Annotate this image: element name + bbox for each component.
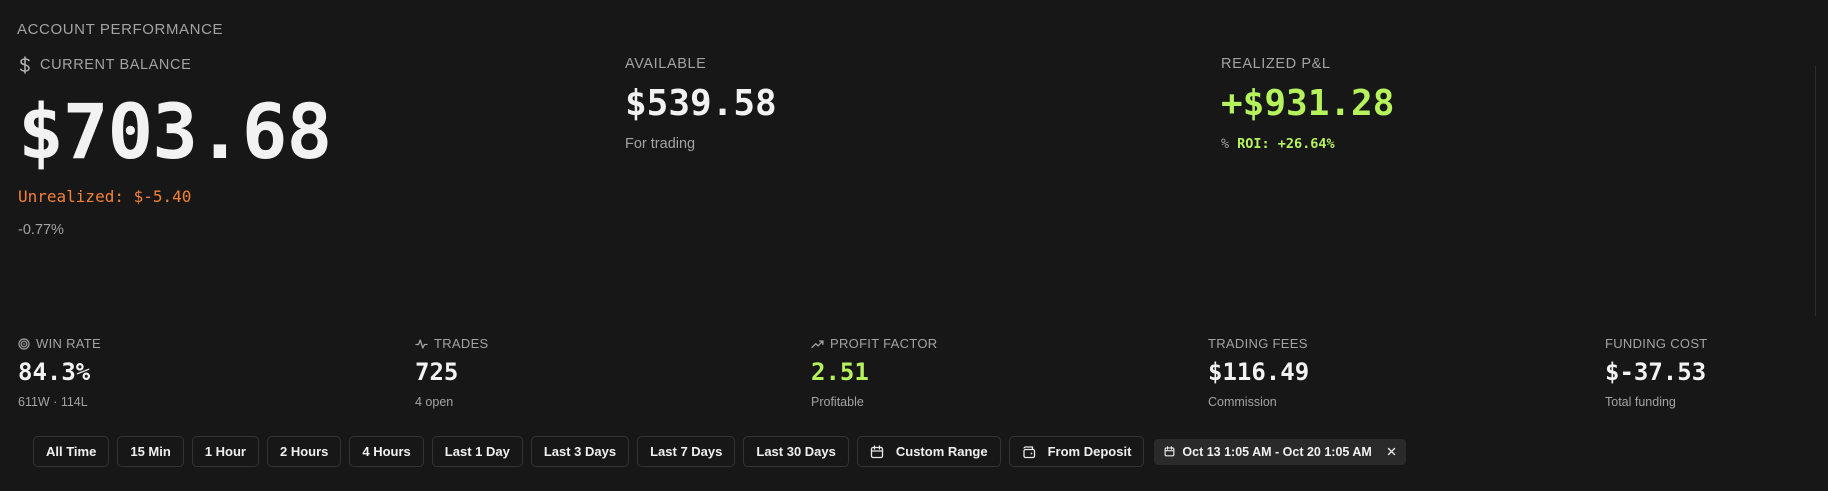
roi-row: % ROI: +26.64% [1221, 136, 1394, 152]
filter-2-hours-button[interactable]: 2 Hours [266, 436, 342, 467]
profit-factor-label-row: PROFIT FACTOR [811, 336, 937, 351]
trades-sub: 4 open [415, 395, 454, 409]
filter-last-1-day-button[interactable]: Last 1 Day [431, 436, 523, 467]
current-balance-section: CURRENT BALANCE $703.68 Unrealized: $-5.… [18, 56, 332, 238]
funding-cost-sub: Total funding [1605, 395, 1676, 409]
calendar-icon [1164, 446, 1175, 457]
divider [1815, 66, 1816, 316]
calendar-icon [870, 444, 884, 459]
trending-up-icon [811, 339, 824, 349]
filter-last-30-days-button[interactable]: Last 30 Days [743, 436, 849, 467]
profit-factor-sub: Profitable [811, 395, 864, 409]
wallet-icon [1022, 445, 1036, 459]
active-range-label: Oct 13 1:05 AM - Oct 20 1:05 AM [1182, 444, 1372, 459]
win-rate-sub: 611W · 114L [18, 395, 88, 409]
available-section: AVAILABLE $539.58 For trading [625, 56, 777, 152]
from-deposit-label: From Deposit [1047, 444, 1132, 459]
win-rate-label-row: WIN RATE [18, 336, 101, 351]
win-rate-value: 84.3% [18, 358, 91, 386]
page-title: ACCOUNT PERFORMANCE [17, 21, 224, 38]
close-icon[interactable] [1387, 447, 1396, 456]
balance-change-percent: -0.77% [18, 222, 64, 238]
filter-last-7-days-button[interactable]: Last 7 Days [637, 436, 736, 467]
activity-icon [415, 338, 428, 350]
trades-label-row: TRADES [415, 336, 489, 351]
dollar-icon [18, 56, 32, 74]
percent-icon: % [1221, 136, 1230, 152]
current-balance-value: $703.68 [18, 87, 332, 176]
realized-pnl-label: REALIZED P&L [1221, 56, 1331, 72]
trading-fees-stat: TRADING FEES $116.49 Commission [1208, 336, 1309, 409]
filter-15-min-button[interactable]: 15 Min [117, 436, 184, 467]
filter-all-time-button[interactable]: All Time [33, 436, 110, 467]
trades-value: 725 [415, 358, 459, 386]
current-balance-label: CURRENT BALANCE [40, 57, 192, 73]
profit-factor-stat: PROFIT FACTOR 2.51 Profitable [811, 336, 937, 409]
time-range-filters: All Time 15 Min 1 Hour 2 Hours 4 Hours L… [33, 436, 1406, 467]
profit-factor-label: PROFIT FACTOR [830, 336, 938, 351]
unrealized-pnl: Unrealized: $-5.40 [18, 187, 192, 206]
current-balance-label-row: CURRENT BALANCE [18, 56, 331, 74]
active-range-chip: Oct 13 1:05 AM - Oct 20 1:05 AM [1154, 438, 1406, 465]
available-label: AVAILABLE [625, 56, 707, 72]
roi-value: ROI: +26.64% [1237, 136, 1335, 152]
filter-1-hour-button[interactable]: 1 Hour [191, 436, 259, 467]
trading-fees-value: $116.49 [1208, 358, 1310, 386]
trades-label: TRADES [434, 336, 489, 351]
custom-range-button[interactable]: Custom Range [856, 436, 1001, 467]
from-deposit-button[interactable]: From Deposit [1008, 436, 1145, 467]
filter-last-3-days-button[interactable]: Last 3 Days [530, 436, 630, 467]
profit-factor-value: 2.51 [811, 358, 869, 386]
funding-cost-stat: FUNDING COST $-37.53 Total funding [1605, 336, 1708, 409]
win-rate-label: WIN RATE [36, 336, 101, 351]
filter-4-hours-button[interactable]: 4 Hours [349, 436, 424, 467]
trades-stat: TRADES 725 4 open [415, 336, 489, 409]
custom-range-label: Custom Range [895, 444, 988, 459]
trading-fees-label: TRADING FEES [1208, 336, 1308, 351]
realized-pnl-value: +$931.28 [1221, 83, 1395, 124]
available-sub: For trading [625, 136, 696, 152]
target-icon [18, 337, 30, 350]
realized-pnl-section: REALIZED P&L +$931.28 % ROI: +26.64% [1221, 56, 1394, 152]
win-rate-stat: WIN RATE 84.3% 611W · 114L [18, 336, 101, 409]
funding-cost-label: FUNDING COST [1605, 336, 1708, 351]
funding-cost-value: $-37.53 [1605, 358, 1707, 386]
trading-fees-sub: Commission [1208, 395, 1277, 409]
available-value: $539.58 [625, 83, 777, 124]
account-performance-panel: ACCOUNT PERFORMANCE CURRENT BALANCE $703… [0, 0, 1828, 491]
